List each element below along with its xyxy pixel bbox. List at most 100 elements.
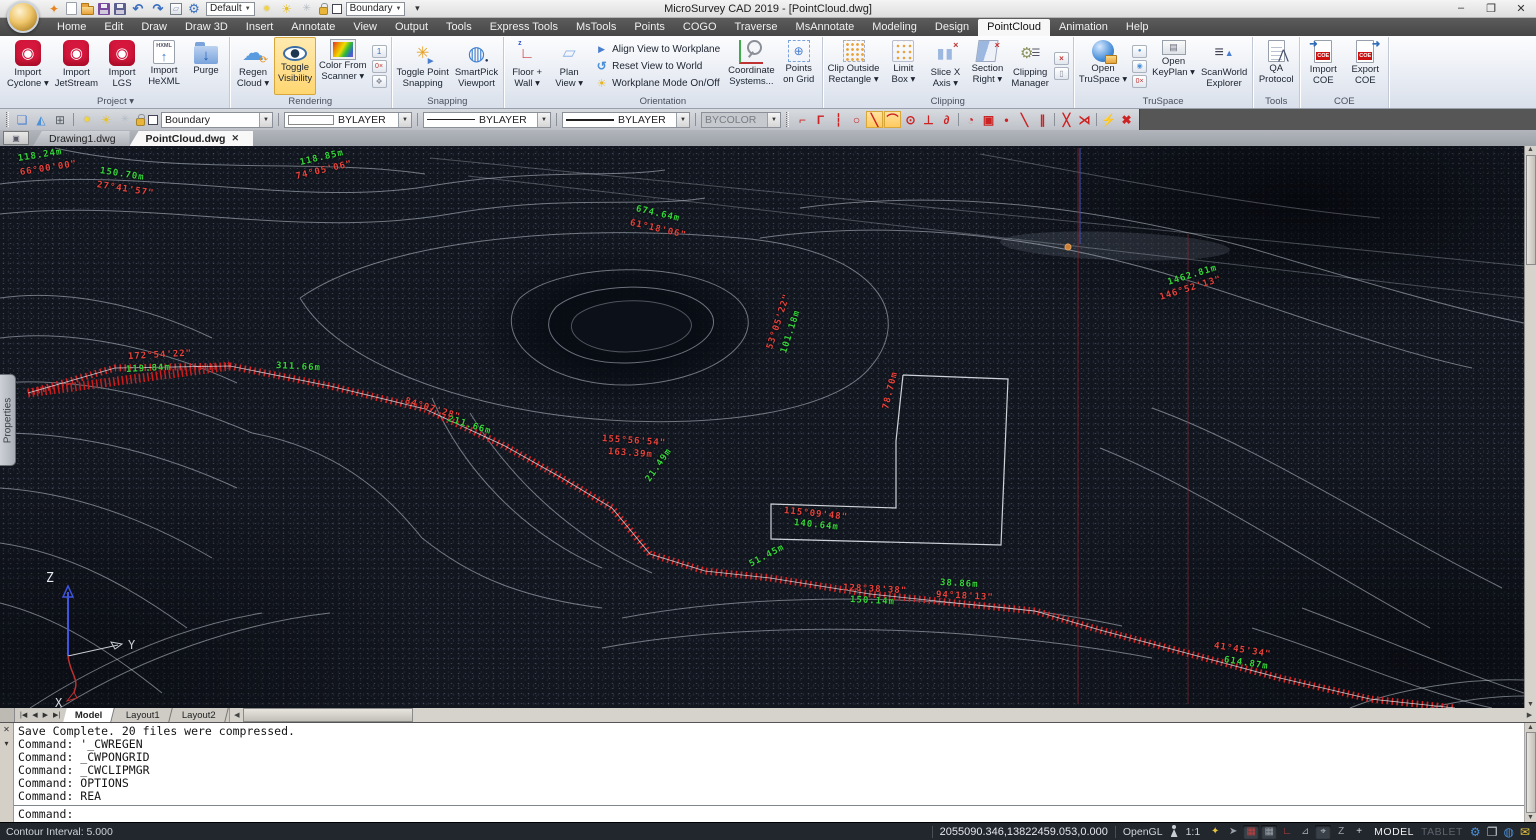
ribbon-button-import-coe[interactable]: Import COE [1302,37,1344,95]
open-icon[interactable] [81,6,94,15]
crosshair-toggle[interactable]: + [1351,825,1367,839]
settings-gear-icon[interactable]: ⚙ [1470,825,1481,839]
menu-tab-mstools[interactable]: MsTools [567,19,625,36]
ribbon-button-purge[interactable]: Purge [185,37,227,95]
snap-insert-icon[interactable]: ▣ [980,111,997,128]
snap-nearest-icon[interactable]: ╲ [1016,111,1033,128]
menu-tab-points[interactable]: Points [625,19,674,36]
menu-tab-insert[interactable]: Insert [237,19,283,36]
scrollbar-thumb[interactable] [243,708,413,722]
window-cascade-icon[interactable]: ❐ [1487,825,1498,839]
saveas-icon[interactable] [114,3,126,15]
ribbon-button-export-coe[interactable]: Export COE [1344,37,1386,95]
mail-icon[interactable]: ✉ [1520,825,1530,839]
scroll-down-icon[interactable]: ▼ [1527,814,1534,821]
quick-layer-select[interactable]: Boundary▼ [346,2,406,16]
scrollbar-track[interactable] [243,708,1523,722]
menu-tab-draw-3d[interactable]: Draw 3D [176,19,237,36]
scroll-down-icon[interactable]: ▼ [1527,701,1534,708]
menu-tab-view[interactable]: View [344,19,386,36]
toolbar-overflow-icon[interactable] [409,1,425,17]
properties-panel-tab[interactable]: Properties [0,374,16,466]
ribbon-button-scanworld-explorer[interactable]: ScanWorld Explorer [1198,37,1250,95]
ribbon-button-section-right[interactable]: Section Right ▾ [966,37,1008,95]
web-publish-icon[interactable]: ◍ [1503,825,1513,839]
ribbon-button-import-hexml[interactable]: Import HeXML [143,37,185,95]
linetype-select[interactable]: BYLAYER ▼ [423,112,551,128]
layer-states-icon[interactable] [52,112,68,128]
minimize-button[interactable]: – [1446,2,1476,15]
freeze-icon[interactable] [299,1,315,17]
command-history[interactable]: Save Complete. 20 files were compressed.… [14,723,1524,805]
snap-apparent-intersection-icon[interactable]: ⋊ [1076,111,1093,128]
restore-button[interactable]: ❐ [1476,2,1506,15]
renderer-label[interactable]: OpenGL [1123,826,1163,838]
tab-model[interactable]: Model [63,708,115,722]
ribbon-button-color-from-scanner[interactable]: Color From Scanner ▾ [316,37,370,95]
viewport-vertical-scrollbar[interactable]: ▲ ▼ [1524,146,1536,708]
ribbon-button-import-cyclone[interactable]: Import Cyclone ▾ [4,37,52,95]
close-tab-icon[interactable]: ✕ [231,133,239,144]
ribbon-button-clip-outside-rectangle[interactable]: Clip Outside Rectangle ▾ [825,37,883,95]
snap-vertical-icon[interactable]: ┆ [830,111,847,128]
redo-icon[interactable] [150,1,166,17]
clip-unlock-button[interactable] [1054,67,1069,80]
close-command-icon[interactable]: ✕ [3,725,10,734]
snap-circle-icon[interactable]: ○ [848,111,865,128]
ts3-button[interactable] [1132,75,1147,88]
command-input-line[interactable]: Command: [14,805,1524,822]
toolbar-grip[interactable] [6,112,9,127]
drawing-viewport[interactable]: Z Y X 118.24m66°00'00"150.70m27°41'57"11… [0,146,1536,708]
command-options-icon[interactable]: ▾ [4,739,8,748]
points-off-button[interactable] [372,60,387,73]
layer-select[interactable]: Boundary ▼ [161,112,273,128]
menu-tab-msannotate[interactable]: MsAnnotate [787,19,864,36]
snap-node-icon[interactable]: • [998,111,1015,128]
model-space-toggle[interactable]: MODEL [1374,826,1414,838]
snap-tangent-icon[interactable]: ∂ [938,111,955,128]
menu-tab-pointcloud[interactable]: PointCloud [978,19,1050,36]
ribbon-button-import-jetstream[interactable]: Import JetStream [52,37,101,95]
density-button[interactable] [372,45,387,58]
menu-tab-express-tools[interactable]: Express Tools [481,19,567,36]
command-scrollbar[interactable]: ▲ ▼ [1524,723,1536,822]
osnap-toggle[interactable]: ⌖ [1315,825,1331,839]
new-icon[interactable] [66,2,77,15]
snap-arc-icon[interactable]: ⌒ [884,111,901,128]
chevron-down-icon[interactable]: ▼ [537,113,550,127]
lock-icon[interactable] [319,7,328,15]
otrack-toggle[interactable]: Z [1333,825,1349,839]
chevron-down-icon[interactable]: ▼ [395,6,401,12]
app-logo-icon[interactable] [7,1,39,33]
layer-on-icon[interactable] [79,112,95,128]
menu-tab-animation[interactable]: Animation [1050,19,1117,36]
snap-line-icon[interactable]: ╲ [866,111,883,128]
scroll-right-icon[interactable]: ▶ [1523,711,1536,719]
tab-layout1[interactable]: Layout1 [114,708,172,722]
snap-quadrant-icon[interactable]: ◔ [962,111,979,128]
ribbon-button-open-truspace[interactable]: Open TruSpace ▾ [1076,37,1130,95]
snap-clear-icon[interactable]: ✖ [1118,111,1135,128]
ribbon-button-workplane-mode-on-off[interactable]: Workplane Mode On/Off [595,77,720,90]
scrollbar-thumb[interactable] [1526,155,1536,265]
menu-tab-edit[interactable]: Edit [95,19,132,36]
ribbon-button-points-on-grid[interactable]: Points on Grid [778,37,820,95]
scroll-left-icon[interactable]: ◀ [230,711,243,719]
layer-color-swatch[interactable] [148,115,158,125]
ribbon-button-toggle-point-snapping[interactable]: Toggle Point Snapping [394,37,452,95]
viewport-horizontal-scrollbar[interactable]: ◀ ▶ [229,708,1536,722]
clip-x-button[interactable] [1054,52,1069,65]
workspace-select[interactable]: Default▼ [206,2,255,16]
scroll-up-icon[interactable]: ▲ [1527,146,1534,153]
scale-readout[interactable]: 1:1 [1186,826,1201,838]
menu-tab-modeling[interactable]: Modeling [863,19,926,36]
chevron-down-icon[interactable]: ▼ [245,6,251,12]
cursor-toggle[interactable]: ➤ [1225,825,1241,839]
snap-center-icon[interactable]: ⊙ [902,111,919,128]
chevron-down-icon[interactable]: ▼ [676,113,689,127]
drawing-tab-pointcloud[interactable]: PointCloud.dwg ✕ [130,131,253,146]
layer-thaw-icon[interactable] [98,112,114,128]
menu-tab-design[interactable]: Design [926,19,978,36]
first-tab-icon[interactable]: |◀ [18,711,29,719]
menu-tab-output[interactable]: Output [386,19,437,36]
